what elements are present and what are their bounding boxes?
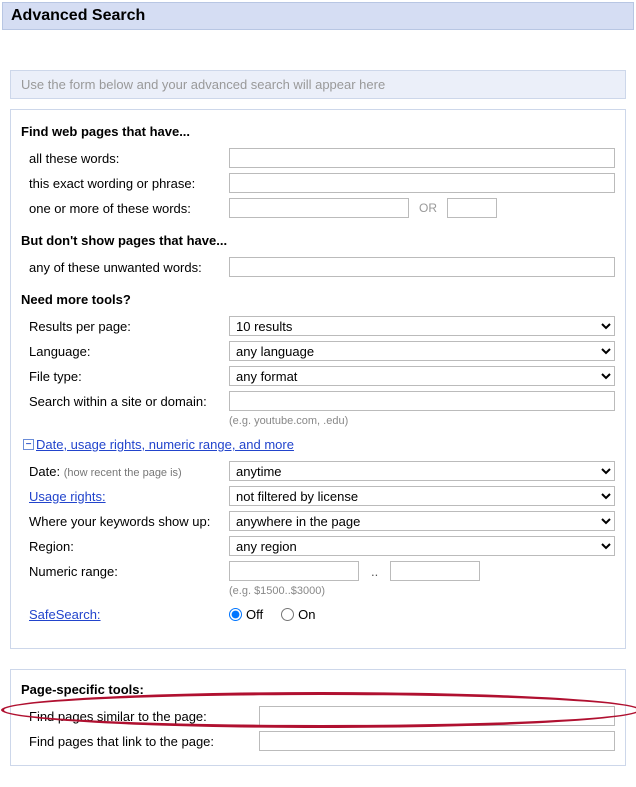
select-filetype[interactable]: any format — [229, 366, 615, 386]
row-where: Where your keywords show up: anywhere in… — [29, 510, 615, 532]
collapse-icon[interactable]: − — [23, 439, 34, 450]
row-all-words: all these words: — [29, 147, 615, 169]
select-usage[interactable]: not filtered by license — [229, 486, 615, 506]
search-preview: Use the form below and your advanced sea… — [10, 70, 626, 99]
label-linkto: Find pages that link to the page: — [29, 734, 259, 749]
label-safesearch: SafeSearch: — [29, 607, 229, 622]
select-results[interactable]: 10 results — [229, 316, 615, 336]
tools-heading: Need more tools? — [21, 292, 615, 307]
find-heading: Find web pages that have... — [21, 124, 615, 139]
label-where: Where your keywords show up: — [29, 514, 229, 529]
input-all-words[interactable] — [229, 148, 615, 168]
input-any-words-1[interactable] — [229, 198, 409, 218]
select-date[interactable]: anytime — [229, 461, 615, 481]
safesearch-on-option[interactable]: On — [281, 607, 315, 622]
input-numeric-high[interactable] — [390, 561, 480, 581]
expand-toggle-row[interactable]: − Date, usage rights, numeric range, and… — [23, 437, 615, 452]
row-domain: Search within a site or domain: — [29, 390, 615, 412]
hint-numeric: (e.g. $1500..$3000) — [229, 585, 615, 597]
safesearch-off-option[interactable]: Off — [229, 607, 263, 622]
or-separator-1: OR — [413, 201, 443, 215]
exclude-heading: But don't show pages that have... — [21, 233, 615, 248]
label-similar: Find pages similar to the page: — [29, 709, 259, 724]
radio-safesearch-on[interactable] — [281, 608, 294, 621]
label-results: Results per page: — [29, 319, 229, 334]
row-any-words: one or more of these words: OR — [29, 197, 615, 219]
label-numeric: Numeric range: — [29, 564, 229, 579]
row-filetype: File type: any format — [29, 365, 615, 387]
row-exact-phrase: this exact wording or phrase: — [29, 172, 615, 194]
row-numeric: Numeric range: .. — [29, 560, 615, 582]
hint-domain: (e.g. youtube.com, .edu) — [229, 415, 615, 427]
usage-rights-link[interactable]: Usage rights: — [29, 489, 106, 504]
input-domain[interactable] — [229, 391, 615, 411]
select-region[interactable]: any region — [229, 536, 615, 556]
input-exact-phrase[interactable] — [229, 173, 615, 193]
select-language[interactable]: any language — [229, 341, 615, 361]
input-any-words-2[interactable] — [447, 198, 497, 218]
input-similar[interactable] — [259, 706, 615, 726]
select-where[interactable]: anywhere in the page — [229, 511, 615, 531]
input-numeric-low[interactable] — [229, 561, 359, 581]
label-exact-phrase: this exact wording or phrase: — [29, 176, 229, 191]
label-domain: Search within a site or domain: — [29, 394, 229, 409]
label-region: Region: — [29, 539, 229, 554]
row-date: Date: (how recent the page is) anytime — [29, 460, 615, 482]
label-all-words: all these words: — [29, 151, 229, 166]
expand-link[interactable]: Date, usage rights, numeric range, and m… — [36, 437, 294, 452]
range-separator: .. — [363, 564, 386, 579]
row-safesearch: SafeSearch: Off On — [29, 603, 615, 625]
page-tools-heading: Page-specific tools: — [21, 682, 615, 697]
label-date: Date: (how recent the page is) — [29, 464, 229, 479]
header-bar: Advanced Search — [2, 2, 634, 30]
row-usage: Usage rights: not filtered by license — [29, 485, 615, 507]
radio-safesearch-off[interactable] — [229, 608, 242, 621]
row-region: Region: any region — [29, 535, 615, 557]
label-any-words: one or more of these words: — [29, 201, 229, 216]
main-search-form: Find web pages that have... all these wo… — [10, 109, 626, 649]
row-unwanted: any of these unwanted words: — [29, 256, 615, 278]
label-unwanted: any of these unwanted words: — [29, 260, 229, 275]
input-unwanted[interactable] — [229, 257, 615, 277]
page-title: Advanced Search — [11, 7, 625, 25]
page-specific-tools: Page-specific tools: Find pages similar … — [10, 669, 626, 766]
row-results: Results per page: 10 results — [29, 315, 615, 337]
label-usage: Usage rights: — [29, 489, 229, 504]
row-linkto: Find pages that link to the page: — [29, 730, 615, 752]
input-linkto[interactable] — [259, 731, 615, 751]
label-language: Language: — [29, 344, 229, 359]
row-language: Language: any language — [29, 340, 615, 362]
row-similar: Find pages similar to the page: — [29, 705, 615, 727]
safesearch-link[interactable]: SafeSearch: — [29, 607, 101, 622]
label-filetype: File type: — [29, 369, 229, 384]
